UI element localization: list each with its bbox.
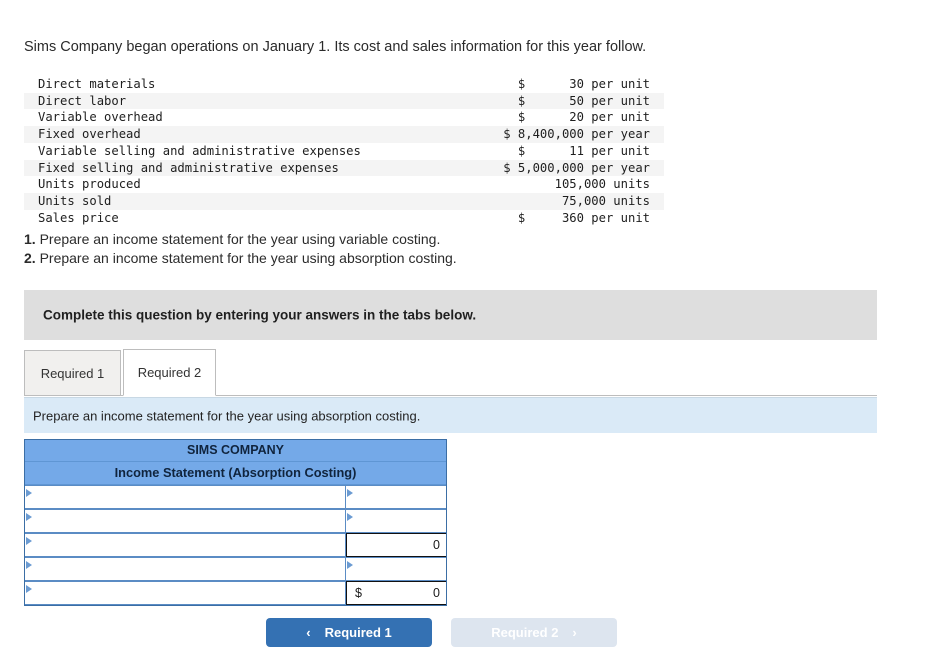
fact-value: 75,000 units (457, 192, 664, 210)
fact-value: 105,000 units (554, 177, 650, 192)
table-row: Fixed overhead $ 8,400,000 per year (24, 126, 664, 143)
tab-required-2[interactable]: Required 2 (123, 349, 216, 396)
account-name-input[interactable] (25, 581, 346, 605)
table-row: Fixed selling and administrative expense… (24, 159, 664, 177)
tab-required-2-label: Required 2 (137, 365, 202, 380)
answer-row (25, 557, 446, 581)
amount-input[interactable] (346, 509, 446, 533)
intro-text: Sims Company began operations on January… (24, 39, 647, 55)
chevron-left-icon: ‹ (306, 625, 311, 640)
question-banner-text: Complete this question by entering your … (43, 307, 477, 323)
amount-output: 0 (346, 533, 446, 557)
dropdown-caret-icon (26, 561, 32, 569)
account-name-input[interactable] (25, 485, 346, 509)
amount-input[interactable] (346, 485, 446, 509)
dropdown-caret-icon (26, 537, 32, 545)
fact-value: $ 30 per unit (517, 77, 650, 91)
grid-body: 0 $0 (25, 485, 446, 605)
amount-output: $0 (346, 581, 446, 605)
dropdown-caret-icon (26, 489, 32, 497)
currency-symbol: $ (355, 586, 362, 600)
requirement-number: 1. (24, 231, 36, 247)
fact-value: $ 50 per unit (457, 92, 664, 110)
account-name-input[interactable] (25, 533, 346, 557)
fact-label: Variable overhead (38, 110, 163, 125)
table-row: Units produced 105,000 units (24, 176, 664, 193)
question-banner: Complete this question by entering your … (24, 290, 877, 340)
grid-header-company: SIMS COMPANY (25, 440, 446, 462)
next-required-button[interactable]: Required 2 › (451, 618, 617, 647)
table-row: Variable selling and administrative expe… (24, 143, 664, 160)
fact-value: $ 20 per unit (517, 110, 650, 125)
fact-label: Direct labor (24, 92, 458, 110)
dropdown-caret-icon (347, 489, 353, 497)
fact-label: Fixed overhead (24, 126, 458, 143)
requirement-number: 2. (24, 250, 36, 266)
fact-value: $ 11 per unit (517, 143, 650, 158)
tab-required-1-label: Required 1 (40, 365, 105, 381)
fact-value: $ 360 per unit (517, 210, 650, 225)
amount-value: 0 (433, 538, 440, 552)
grid-header-statement: Income Statement (Absorption Costing) (25, 462, 446, 485)
fact-label: Fixed selling and administrative expense… (24, 159, 458, 177)
requirement-text: Prepare an income statement for the year… (39, 250, 457, 266)
answer-row (25, 509, 446, 533)
dropdown-caret-icon (26, 585, 32, 593)
fact-label: Sales price (38, 210, 119, 225)
fact-label: Variable selling and administrative expe… (38, 143, 361, 158)
answer-row: 0 (25, 533, 446, 557)
dropdown-caret-icon (26, 513, 32, 521)
tab-strip: Required 1 Required 2 (24, 348, 877, 396)
table-row: Sales price $ 360 per unit (24, 210, 664, 227)
fact-label: Units sold (24, 192, 458, 210)
table-row: Direct labor $ 50 per unit (24, 92, 664, 110)
table-row: Units sold 75,000 units (24, 192, 664, 210)
previous-required-label: Required 1 (324, 625, 392, 640)
cost-and-sales-table: Direct materials $ 30 per unit Direct labo… (24, 76, 664, 226)
amount-input[interactable] (346, 557, 446, 581)
fact-value: $ 5,000,000 per year (457, 159, 664, 177)
fact-value: $ 8,400,000 per year (457, 126, 664, 143)
table-row: Variable overhead $ 20 per unit (24, 109, 664, 126)
answer-grid: SIMS COMPANY Income Statement (Absorptio… (24, 439, 447, 606)
requirement-text: Prepare an income statement for the year… (39, 231, 441, 247)
fact-rows: Direct materials $ 30 per unit Direct labo… (24, 76, 664, 226)
fact-label: Units produced (38, 177, 141, 192)
answer-row: $0 (25, 581, 446, 605)
table-row: Direct materials $ 30 per unit (24, 76, 664, 93)
prompt-bar: Prepare an income statement for the year… (24, 397, 877, 433)
account-name-input[interactable] (25, 557, 346, 581)
previous-required-button[interactable]: ‹ Required 1 (266, 618, 432, 647)
chevron-right-icon: › (572, 625, 577, 640)
requirement-item: 2. Prepare an income statement for the y… (24, 249, 457, 268)
requirements-list: 1. Prepare an income statement for the y… (24, 230, 457, 268)
next-required-label: Required 2 (491, 625, 559, 640)
tab-required-1[interactable]: Required 1 (24, 350, 121, 396)
dropdown-caret-icon (347, 561, 353, 569)
fact-label: Direct materials (38, 77, 156, 91)
account-name-input[interactable] (25, 509, 346, 533)
answer-row (25, 485, 446, 509)
dropdown-caret-icon (347, 513, 353, 521)
prompt-bar-text: Prepare an income statement for the year… (33, 408, 421, 423)
amount-value: 0 (433, 586, 440, 600)
requirement-item: 1. Prepare an income statement for the y… (24, 230, 457, 249)
